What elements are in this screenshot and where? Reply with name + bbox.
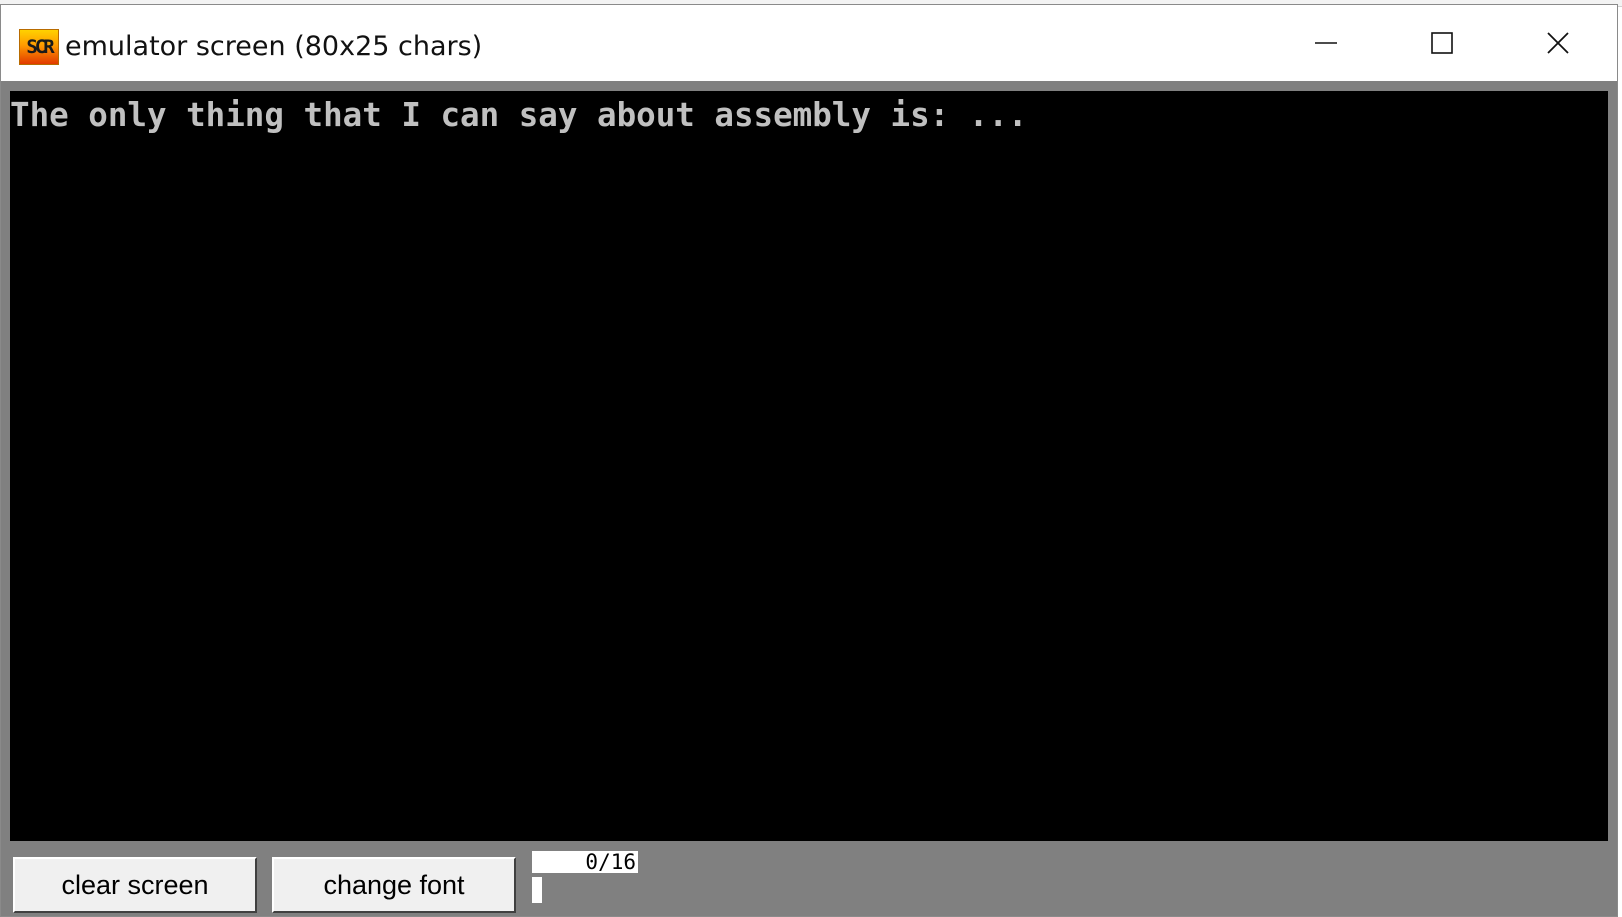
change-font-button[interactable]: change font xyxy=(272,857,516,913)
clear-screen-button[interactable]: clear screen xyxy=(13,857,257,913)
app-icon: SCR xyxy=(19,29,59,65)
maximize-icon xyxy=(1431,32,1453,54)
emulator-screen-window: SCR emulator screen (80x25 chars) The on… xyxy=(0,4,1618,917)
minimize-icon xyxy=(1315,42,1337,44)
maximize-button[interactable] xyxy=(1384,5,1500,81)
close-icon xyxy=(1547,32,1569,54)
client-area: The only thing that I can say about asse… xyxy=(1,81,1617,916)
minimize-button[interactable] xyxy=(1268,5,1384,81)
close-button[interactable] xyxy=(1500,5,1616,81)
window-title: emulator screen (80x25 chars) xyxy=(65,31,483,62)
title-bar[interactable]: SCR emulator screen (80x25 chars) xyxy=(1,5,1617,81)
emulator-screen[interactable]: The only thing that I can say about asse… xyxy=(10,91,1608,841)
app-icon-label: SCR xyxy=(26,35,54,58)
screen-text-line: The only thing that I can say about asse… xyxy=(10,96,1028,134)
input-cursor-field[interactable] xyxy=(532,877,542,903)
buffer-counter: 0/16 xyxy=(532,851,638,873)
